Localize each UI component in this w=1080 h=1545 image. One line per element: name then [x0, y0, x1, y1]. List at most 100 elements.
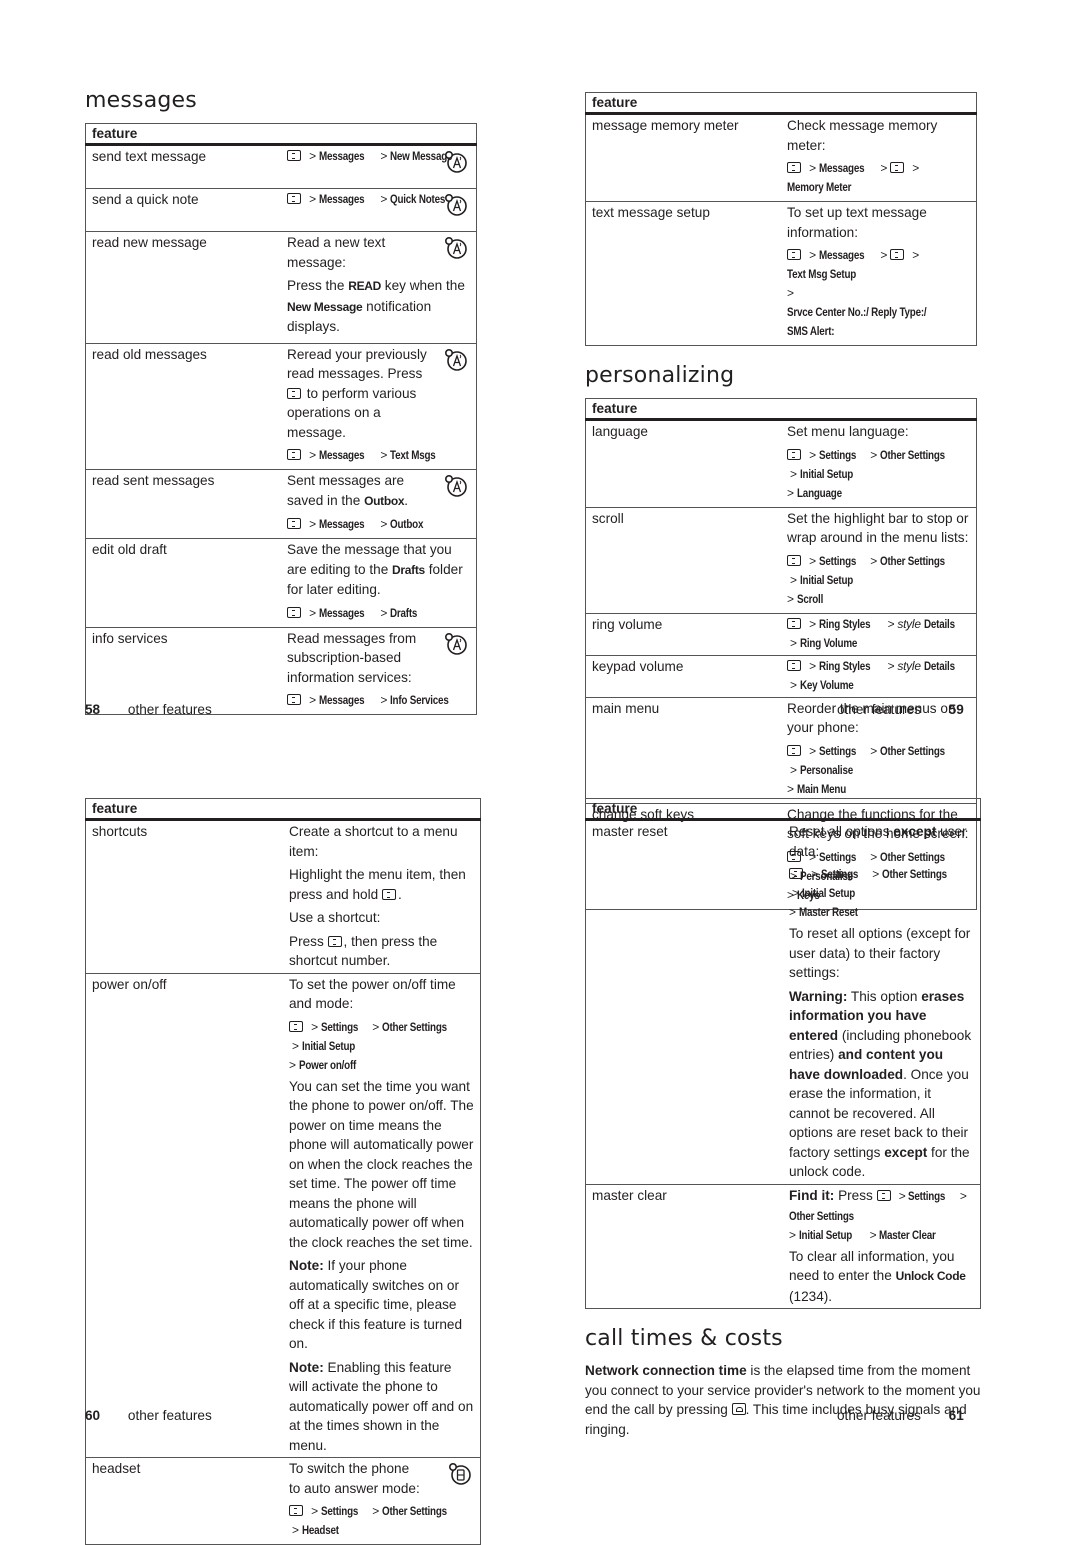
menu-path: > Master Reset	[789, 905, 858, 919]
feature-name: message memory meter	[585, 113, 781, 202]
network-feature-icon	[444, 348, 467, 371]
footer-label: other features	[837, 1408, 921, 1423]
network-feature-icon	[444, 194, 467, 216]
page-footer-61: other features 61	[837, 1406, 964, 1426]
page-59: feature message memory meter Check messa…	[585, 92, 977, 910]
footer-label: other features	[127, 1408, 212, 1423]
feature-name: ring volume	[585, 612, 781, 655]
menu-path: > Messages > New Message	[287, 147, 470, 166]
menu-key-icon	[787, 744, 801, 756]
description: Press the READ key when the New Message …	[287, 278, 465, 334]
menu-path: >Srvce Center No.:/ Reply Type:/ SMS Ale…	[787, 286, 927, 338]
other-features-table: feature shortcuts Create a shortcut to a…	[85, 798, 481, 1545]
menu-path: > Settings > Other Settings > Initial Setup	[787, 552, 970, 590]
table-row: master reset Reset all options except us…	[585, 819, 981, 1184]
description: Sent messages are saved in the Outbox.	[287, 473, 409, 508]
menu-key-icon	[287, 150, 301, 161]
page-number: 58	[85, 702, 101, 717]
menu-path: > Main Menu	[787, 781, 846, 796]
page-60: feature shortcuts Create a shortcut to a…	[85, 798, 481, 1545]
description: Set menu language:	[787, 424, 909, 439]
table-row: text message setup To set up text messag…	[585, 201, 977, 346]
find-it-path: Find it: Press > Settings >Other Settings	[789, 1187, 967, 1223]
description: To reset all options (except for user da…	[789, 926, 971, 980]
menu-path: > Settings > Other Settings > Initial Setup	[289, 1018, 474, 1056]
table-row: send text message > Messages > New Message	[85, 144, 477, 189]
menu-path: > Ring Styles > style Details > Ring Volume	[787, 615, 970, 653]
menu-key-icon	[327, 935, 342, 947]
menu-key-icon	[789, 868, 803, 879]
menu-key-icon	[890, 249, 905, 260]
network-feature-icon	[444, 632, 467, 655]
page-footer-60: 60 other features	[85, 1406, 212, 1426]
menu-path: > Settings > Other Settings > Initial Setup	[789, 865, 974, 903]
section-title-call-times: call times & costs	[585, 1326, 783, 1351]
table-row: read sent messages Sent messages are sav…	[85, 469, 477, 539]
menu-path: > Scroll	[787, 591, 823, 606]
menu-key-icon	[289, 1020, 303, 1032]
section-title-personalizing: personalizing	[585, 363, 735, 388]
table-header: feature	[85, 798, 481, 821]
page-61: feature master reset Reset all options e…	[585, 798, 981, 1439]
footer-label: other features	[127, 702, 212, 717]
menu-path: > Power on/off	[289, 1057, 356, 1072]
feature-name: master reset	[585, 819, 783, 1184]
call-times-description: Network connection time is the elapsed t…	[585, 1363, 981, 1437]
warning: Warning: This option erases information …	[789, 988, 972, 1180]
page-number: 59	[948, 702, 964, 717]
menu-key-icon	[287, 387, 301, 399]
section-title-messages: messages	[85, 88, 197, 113]
menu-key-icon	[289, 1505, 303, 1516]
headset-icon	[448, 1463, 471, 1485]
table-row: read new message Read a new text message…	[85, 231, 477, 343]
menu-path: > Messages > Info Services	[287, 691, 470, 710]
end-call-key-icon	[731, 1403, 746, 1415]
menu-path: > Settings > Other Settings > Initial Setup	[787, 446, 970, 484]
menu-path: > Messages > >Memory Meter	[787, 161, 919, 194]
menu-path: > Messages > Drafts	[287, 604, 470, 623]
description: Read a new text message:	[287, 235, 386, 270]
description: Set the highlight bar to stop or wrap ar…	[787, 510, 969, 546]
feature-name: send a quick note	[85, 188, 281, 232]
description: Press , then press the shortcut number.	[289, 933, 438, 969]
menu-key-icon	[787, 448, 801, 460]
table-row: scroll Set the highlight bar to stop or …	[585, 506, 977, 613]
description: Save the message that you are editing to…	[287, 542, 463, 597]
table-header: feature	[85, 123, 477, 146]
table-row: shortcuts Create a shortcut to a menu it…	[85, 819, 481, 973]
menu-path: > Language	[787, 485, 842, 500]
messages-feature-table: feature send text message > Messages > New…	[85, 123, 477, 715]
description: To switch the phone to auto answer mode:	[289, 1461, 420, 1496]
menu-path: > Settings > Other Settings > Headset	[289, 1502, 474, 1540]
menu-key-icon	[876, 1189, 891, 1201]
table-row: keypad volume > Ring Styles > style Detail…	[585, 654, 977, 697]
feature-name: text message setup	[585, 201, 781, 346]
table-header: feature	[585, 92, 977, 115]
page-footer-59: other features 59	[837, 700, 964, 720]
network-feature-icon	[444, 237, 467, 259]
menu-path: > Initial Setup > Master Clear	[789, 1227, 937, 1242]
table-header: feature	[585, 398, 977, 421]
table-row: read old messages Reread your previously…	[85, 342, 477, 470]
menu-key-icon	[787, 554, 801, 566]
table-row: edit old draft Save the message that you…	[85, 538, 477, 627]
network-feature-icon	[444, 151, 467, 173]
feature-name: shortcuts	[85, 819, 283, 973]
menu-key-icon	[287, 606, 301, 618]
page-number: 60	[85, 1408, 101, 1423]
menu-key-icon	[890, 162, 905, 173]
menu-key-icon	[787, 659, 801, 671]
feature-name: power on/off	[85, 972, 283, 1458]
menu-path: > Messages > >Text Msg Setup	[787, 248, 919, 281]
description: Check message memory meter:	[787, 118, 938, 153]
description: To set up text message information:	[787, 205, 927, 240]
table-row: language Set menu language: > Settings > O…	[585, 419, 977, 507]
feature-name: main menu	[585, 696, 781, 803]
description: Reset all options except user data:	[789, 824, 967, 859]
description: To clear all information, you need to en…	[789, 1248, 966, 1304]
feature-name: read old messages	[85, 342, 281, 470]
menu-key-icon	[787, 249, 801, 260]
table-row: message memory meter Check message memor…	[585, 113, 977, 202]
table-row: master clear Find it: Press > Settings >O…	[585, 1183, 981, 1309]
network-feature-icon	[444, 474, 467, 497]
